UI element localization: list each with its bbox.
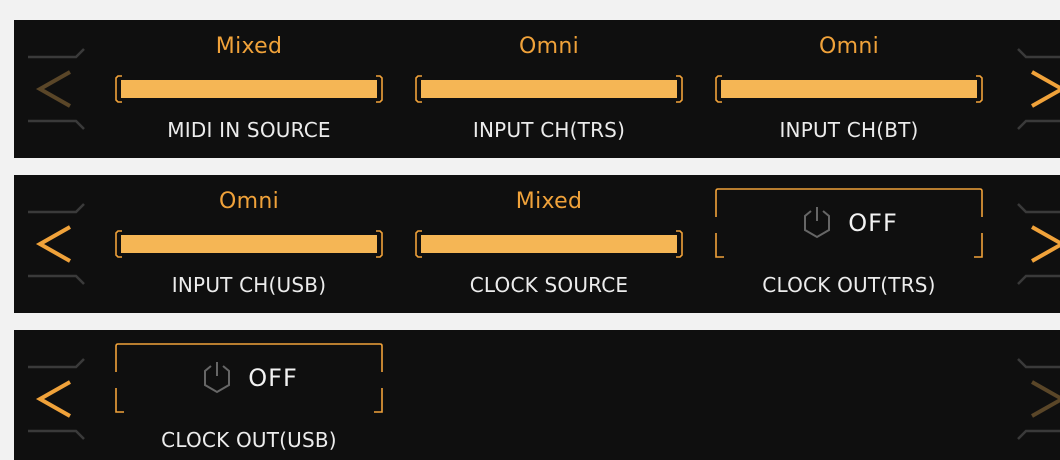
input-ch-usb-label: INPUT CH(USB) xyxy=(171,273,327,297)
midi-settings-page: Mixed MIDI IN SOURCE Omni INPUT CH(TRS) … xyxy=(0,0,1060,460)
power-icon xyxy=(804,207,831,239)
clock-out-usb-state: OFF xyxy=(248,364,298,392)
chevron-right-icon xyxy=(1017,358,1060,440)
settings-row-1: Mixed MIDI IN SOURCE Omni INPUT CH(TRS) … xyxy=(14,20,1060,158)
clock-source-label: CLOCK SOURCE xyxy=(469,273,629,297)
midi-in-source-value: Mixed xyxy=(215,34,283,59)
input-ch-bt-setting[interactable]: Omni INPUT CH(BT) xyxy=(714,20,984,158)
prev-page-button[interactable] xyxy=(14,330,100,460)
input-ch-trs-setting[interactable]: Omni INPUT CH(TRS) xyxy=(414,20,684,158)
chevron-right-icon xyxy=(1017,203,1060,285)
midi-in-source-label: MIDI IN SOURCE xyxy=(167,118,331,142)
input-ch-usb-slider[interactable] xyxy=(114,229,384,259)
input-ch-trs-label: INPUT CH(TRS) xyxy=(472,118,626,142)
prev-page-button[interactable] xyxy=(14,175,100,313)
clock-source-setting[interactable]: Mixed CLOCK SOURCE xyxy=(414,175,684,313)
input-ch-trs-slider[interactable] xyxy=(414,74,684,104)
next-page-button[interactable] xyxy=(1002,330,1060,460)
input-ch-usb-value: Omni xyxy=(218,189,279,214)
midi-in-source-setting[interactable]: Mixed MIDI IN SOURCE xyxy=(114,20,384,158)
chevron-left-icon xyxy=(28,358,85,440)
clock-out-usb-setting[interactable]: OFF CLOCK OUT(USB) xyxy=(114,330,384,460)
prev-page-button[interactable] xyxy=(14,20,100,158)
chevron-right-icon xyxy=(1017,48,1060,130)
midi-in-source-slider[interactable] xyxy=(114,74,384,104)
next-page-button[interactable] xyxy=(1002,20,1060,158)
clock-out-trs-label: CLOCK OUT(TRS) xyxy=(762,273,936,297)
clock-out-trs-toggle[interactable]: OFF xyxy=(714,187,984,259)
clock-source-slider[interactable] xyxy=(414,229,684,259)
clock-out-usb-toggle[interactable]: OFF xyxy=(114,342,384,414)
input-ch-bt-value: Omni xyxy=(818,34,879,59)
input-ch-trs-value: Omni xyxy=(518,34,579,59)
settings-row-2: Omni INPUT CH(USB) Mixed CLOCK SOURCE OF… xyxy=(14,175,1060,313)
clock-out-trs-state: OFF xyxy=(848,209,898,237)
clock-out-trs-setting[interactable]: OFF CLOCK OUT(TRS) xyxy=(714,175,984,313)
power-icon xyxy=(204,362,231,394)
chevron-left-icon xyxy=(28,203,85,285)
input-ch-usb-setting[interactable]: Omni INPUT CH(USB) xyxy=(114,175,384,313)
clock-source-value: Mixed xyxy=(515,189,583,214)
clock-out-usb-label: CLOCK OUT(USB) xyxy=(161,428,337,452)
input-ch-bt-label: INPUT CH(BT) xyxy=(779,118,919,142)
chevron-left-icon xyxy=(28,48,85,130)
next-page-button[interactable] xyxy=(1002,175,1060,313)
settings-row-3: OFF CLOCK OUT(USB) xyxy=(14,330,1060,460)
input-ch-bt-slider[interactable] xyxy=(714,74,984,104)
